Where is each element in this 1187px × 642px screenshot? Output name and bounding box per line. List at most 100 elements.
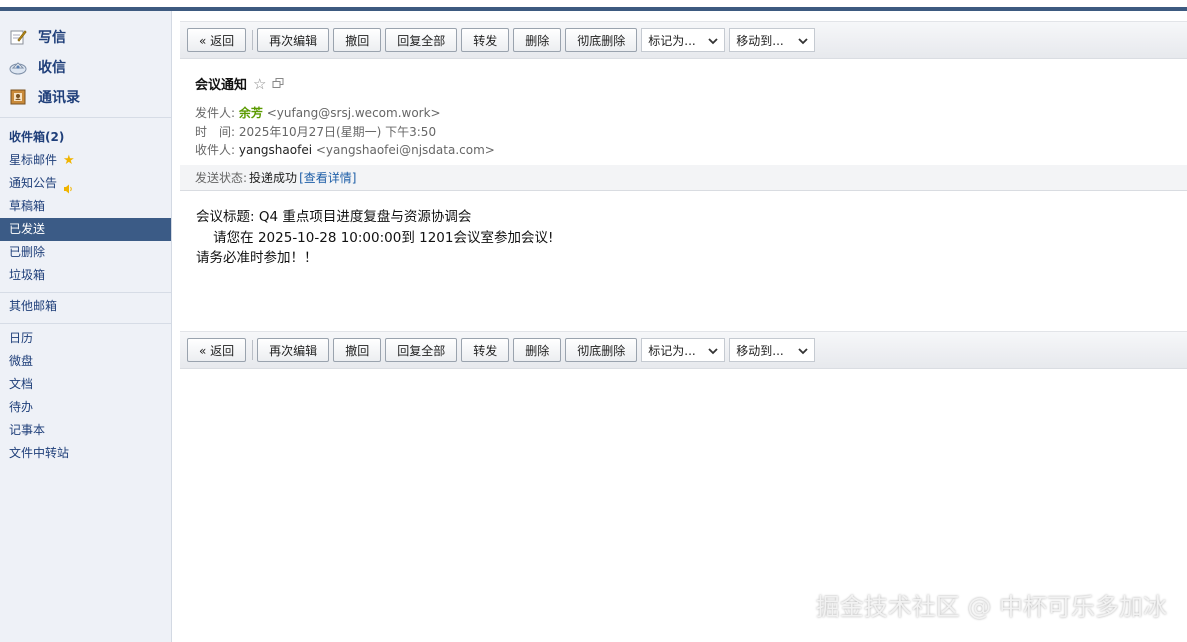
chevron-down-icon bbox=[798, 345, 808, 355]
sidebar-item-label: 星标邮件 bbox=[9, 153, 58, 167]
sidebar-item-label: 已删除 bbox=[9, 245, 46, 259]
toolbar-separator bbox=[252, 340, 254, 360]
recipient-row: 收件人: yangshaofei <yangshaofei@njsdata.co… bbox=[195, 141, 495, 158]
delete-permanently-button[interactable]: 彻底删除 bbox=[565, 28, 638, 52]
sidebar-item-label: 收件箱(2) bbox=[9, 130, 65, 144]
popout-window-icon[interactable] bbox=[272, 78, 284, 89]
sidebar-item-sent[interactable]: 已发送 bbox=[0, 218, 171, 241]
watermark: 掘金技术社区 @ 中杯可乐多加冰 bbox=[815, 593, 1167, 621]
sender-row: 发件人: 余芳 <yufang@srsj.wecom.work> bbox=[195, 104, 441, 121]
recipient-name[interactable]: yangshaofei bbox=[239, 143, 312, 157]
reply-all-button[interactable]: 回复全部 bbox=[385, 28, 458, 52]
delete-button[interactable]: 删除 bbox=[513, 28, 562, 52]
mail-subject: 会议通知 ☆ bbox=[195, 74, 284, 93]
reedit-button[interactable]: 再次编辑 bbox=[257, 28, 330, 52]
contacts-link[interactable]: 通讯录 bbox=[0, 82, 171, 112]
sidebar-item-label: 文件中转站 bbox=[9, 446, 70, 460]
sidebar-item-notepad[interactable]: 记事本 bbox=[0, 419, 171, 442]
time-label: 时 间: bbox=[195, 125, 236, 139]
sidebar-item-label: 垃圾箱 bbox=[9, 268, 46, 282]
move-to-label: 移动到... bbox=[736, 343, 784, 358]
star-icon: ★ bbox=[63, 153, 75, 168]
status-value: 投递成功 bbox=[249, 171, 298, 185]
toolbar-bottom: « 返回 再次编辑 撤回 回复全部 转发 删除 彻底删除 标记为... 移动到.… bbox=[180, 331, 1187, 369]
to-label: 收件人: bbox=[195, 143, 236, 157]
subject-text: 会议通知 bbox=[195, 78, 248, 93]
move-to-label: 移动到... bbox=[736, 33, 784, 48]
sidebar-item-starred[interactable]: 星标邮件 ★ bbox=[0, 149, 171, 172]
quick-actions: 写信 收信 通讯录 bbox=[0, 11, 171, 112]
sidebar-item-inbox[interactable]: 收件箱(2) bbox=[0, 126, 171, 149]
address-book-icon bbox=[9, 88, 27, 106]
sidebar-item-label: 草稿箱 bbox=[9, 199, 46, 213]
sidebar-item-label: 文档 bbox=[9, 377, 34, 391]
sidebar-item-label: 已发送 bbox=[9, 222, 46, 236]
sidebar-item-label: 日历 bbox=[9, 331, 34, 345]
sidebar-item-spam[interactable]: 垃圾箱 bbox=[0, 264, 171, 287]
chevron-down-icon bbox=[708, 35, 718, 45]
chevron-down-icon bbox=[798, 35, 808, 45]
back-button[interactable]: « 返回 bbox=[187, 28, 247, 52]
status-label: 发送状态: bbox=[195, 171, 248, 185]
folder-list: 收件箱(2) 星标邮件 ★ 通知公告 草稿箱 已发送 已删除 垃圾箱 bbox=[0, 118, 171, 287]
delivery-status-bar: 发送状态: 投递成功 [查看详情] bbox=[180, 165, 1187, 191]
body-line: 会议标题: Q4 重点项目进度复盘与资源协调会 bbox=[196, 209, 472, 225]
mail-view: « 返回 再次编辑 撤回 回复全部 转发 删除 彻底删除 标记为... 移动到.… bbox=[180, 11, 1187, 642]
mark-as-label: 标记为... bbox=[648, 343, 696, 358]
chevron-down-icon bbox=[708, 345, 718, 355]
sidebar-item-label: 微盘 bbox=[9, 354, 34, 368]
time-row: 时 间: 2025年10月27日(星期一) 下午3:50 bbox=[195, 123, 436, 140]
sidebar-item-drafts[interactable]: 草稿箱 bbox=[0, 195, 171, 218]
move-to-select[interactable]: 移动到... bbox=[729, 28, 816, 52]
top-bar bbox=[0, 0, 1187, 11]
app-list: 日历 微盘 文档 待办 记事本 文件中转站 bbox=[0, 324, 171, 465]
sidebar-item-label: 通知公告 bbox=[9, 176, 58, 190]
toolbar-top: « 返回 再次编辑 撤回 回复全部 转发 删除 彻底删除 标记为... 移动到.… bbox=[180, 21, 1187, 59]
recipient-address: <yangshaofei@njsdata.com> bbox=[315, 143, 495, 157]
body-line: 请务必准时参加！！ bbox=[196, 250, 318, 266]
sidebar-item-calendar[interactable]: 日历 bbox=[0, 327, 171, 350]
mail-body: 会议标题: Q4 重点项目进度复盘与资源协调会 请您在 2025-10-28 1… bbox=[196, 207, 553, 269]
sidebar-item-file-transfer[interactable]: 文件中转站 bbox=[0, 442, 171, 465]
delete-permanently-button[interactable]: 彻底删除 bbox=[565, 338, 638, 362]
toolbar-separator bbox=[252, 30, 254, 50]
sidebar: 写信 收信 通讯录 收件箱(2) 星标邮件 ★ 通知公告 草稿箱 已发送 已删除… bbox=[0, 11, 172, 642]
mark-as-select[interactable]: 标记为... bbox=[641, 28, 726, 52]
sidebar-item-label: 记事本 bbox=[9, 423, 46, 437]
delete-button[interactable]: 删除 bbox=[513, 338, 562, 362]
sidebar-item-notices[interactable]: 通知公告 bbox=[0, 172, 171, 195]
sidebar-item-todo[interactable]: 待办 bbox=[0, 396, 171, 419]
speaker-icon bbox=[63, 179, 73, 193]
compose-label: 写信 bbox=[38, 30, 66, 46]
forward-button[interactable]: 转发 bbox=[461, 28, 510, 52]
sidebar-item-label: 待办 bbox=[9, 400, 34, 414]
from-label: 发件人: bbox=[195, 106, 236, 120]
recall-button[interactable]: 撤回 bbox=[333, 338, 382, 362]
star-outline-icon[interactable]: ☆ bbox=[253, 75, 266, 93]
sidebar-item-docs[interactable]: 文档 bbox=[0, 373, 171, 396]
mark-as-select[interactable]: 标记为... bbox=[641, 338, 726, 362]
mail-header: 会议通知 ☆ 发件人: 余芳 <yufang@srsj.wecom.work> … bbox=[180, 60, 1187, 191]
move-to-select[interactable]: 移动到... bbox=[729, 338, 816, 362]
back-button[interactable]: « 返回 bbox=[187, 338, 247, 362]
sidebar-item-label: 其他邮箱 bbox=[9, 299, 58, 313]
body-line: 请您在 2025-10-28 10:00:00到 1201会议室参加会议! bbox=[196, 229, 554, 246]
sidebar-item-drive[interactable]: 微盘 bbox=[0, 350, 171, 373]
reedit-button[interactable]: 再次编辑 bbox=[257, 338, 330, 362]
forward-button[interactable]: 转发 bbox=[461, 338, 510, 362]
sidebar-item-other-mailbox[interactable]: 其他邮箱 bbox=[0, 295, 171, 318]
sender-address: <yufang@srsj.wecom.work> bbox=[266, 106, 441, 120]
receive-label: 收信 bbox=[38, 60, 66, 76]
sender-name[interactable]: 余芳 bbox=[239, 106, 263, 120]
time-value: 2025年10月27日(星期一) 下午3:50 bbox=[238, 125, 437, 139]
recall-button[interactable]: 撤回 bbox=[333, 28, 382, 52]
compose-link[interactable]: 写信 bbox=[0, 22, 171, 52]
reply-all-button[interactable]: 回复全部 bbox=[385, 338, 458, 362]
contacts-label: 通讯录 bbox=[38, 90, 80, 106]
receive-link[interactable]: 收信 bbox=[0, 52, 171, 82]
sidebar-item-deleted[interactable]: 已删除 bbox=[0, 241, 171, 264]
inbox-tray-icon bbox=[9, 58, 27, 76]
mark-as-label: 标记为... bbox=[648, 33, 696, 48]
view-details-link[interactable]: [查看详情] bbox=[299, 169, 356, 186]
pencil-note-icon bbox=[9, 28, 27, 46]
